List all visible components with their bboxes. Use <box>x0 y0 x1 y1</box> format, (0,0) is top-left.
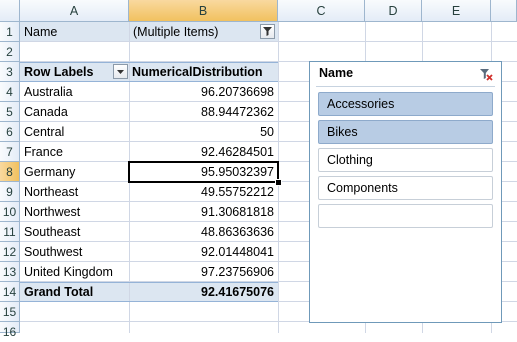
grand-total-value: 92.41675076 <box>201 285 274 299</box>
row-header[interactable]: 13 <box>0 262 20 282</box>
row-label: Australia <box>24 85 73 99</box>
row-label: Central <box>24 125 65 139</box>
row-header[interactable]: 16 <box>0 322 20 339</box>
slicer-item-blank[interactable] <box>318 204 493 228</box>
row-value: 97.23756906 <box>201 265 274 279</box>
row-value: 92.01448041 <box>201 245 274 259</box>
slicer-item-components[interactable]: Components <box>318 176 493 200</box>
select-all-corner[interactable] <box>0 0 20 22</box>
row-header[interactable]: 4 <box>0 82 20 102</box>
row-value: 48.86363636 <box>201 225 274 239</box>
slicer-item-accessories[interactable]: Accessories <box>318 92 493 116</box>
row-header[interactable]: 5 <box>0 102 20 122</box>
clear-filter-icon[interactable] <box>479 67 493 81</box>
column-header-b[interactable]: B <box>129 0 278 22</box>
row-header[interactable]: 11 <box>0 222 20 242</box>
row-header[interactable]: 1 <box>0 22 20 42</box>
row-value: 50 <box>260 125 274 139</box>
filter-field-label: Name <box>24 25 58 39</box>
row-label: United Kingdom <box>24 265 113 279</box>
row-header[interactable]: 12 <box>0 242 20 262</box>
row-header[interactable]: 15 <box>0 302 20 322</box>
row-labels-dropdown-button[interactable] <box>113 64 128 79</box>
row-header[interactable]: 2 <box>0 42 20 62</box>
row-value: 96.20736698 <box>201 85 274 99</box>
row-label: Germany <box>24 165 76 179</box>
row-value: 92.46284501 <box>201 145 274 159</box>
row-header[interactable]: 6 <box>0 122 20 142</box>
row-header[interactable]: 3 <box>0 62 20 82</box>
row-header[interactable]: 8 <box>0 162 20 182</box>
column-header-d[interactable]: D <box>365 0 422 22</box>
filter-dropdown-button[interactable] <box>260 24 275 39</box>
grand-total-label: Grand Total <box>24 285 94 299</box>
active-cell-b8[interactable] <box>128 161 279 183</box>
row-label: Northwest <box>24 205 81 219</box>
slicer-name[interactable]: Name Accessories Bikes Clothing Componen… <box>309 61 502 323</box>
slicer-title: Name <box>319 66 354 80</box>
filter-value[interactable]: (Multiple Items) <box>130 22 260 42</box>
row-header[interactable]: 9 <box>0 182 20 202</box>
row-header[interactable]: 14 <box>0 282 20 302</box>
slicer-separator <box>316 86 495 87</box>
row-labels-header: Row Labels <box>24 65 94 79</box>
row-header[interactable]: 7 <box>0 142 20 162</box>
row-value: 91.30681818 <box>201 205 274 219</box>
column-header-e[interactable]: E <box>422 0 491 22</box>
column-header-c[interactable]: C <box>278 0 365 22</box>
row-label: Southeast <box>24 225 81 239</box>
row-label: Southwest <box>24 245 83 259</box>
row-label: Canada <box>24 105 68 119</box>
row-label: Northeast <box>24 185 79 199</box>
row-value: 49.55752212 <box>201 185 274 199</box>
spreadsheet[interactable]: A B C D E 1 2 3 4 5 6 7 8 9 10 11 12 13 … <box>0 0 517 339</box>
chevron-down-icon <box>117 70 124 74</box>
row-value: 88.94472362 <box>201 105 274 119</box>
slicer-item-bikes[interactable]: Bikes <box>318 120 493 144</box>
row-label: France <box>24 145 63 159</box>
value-header: NumericalDistribution <box>132 65 263 79</box>
column-header-f[interactable] <box>491 0 517 22</box>
slicer-item-clothing[interactable]: Clothing <box>318 148 493 172</box>
fill-handle[interactable] <box>275 179 282 186</box>
column-header-a[interactable]: A <box>20 0 129 22</box>
funnel-icon <box>263 27 272 36</box>
row-header[interactable]: 10 <box>0 202 20 222</box>
